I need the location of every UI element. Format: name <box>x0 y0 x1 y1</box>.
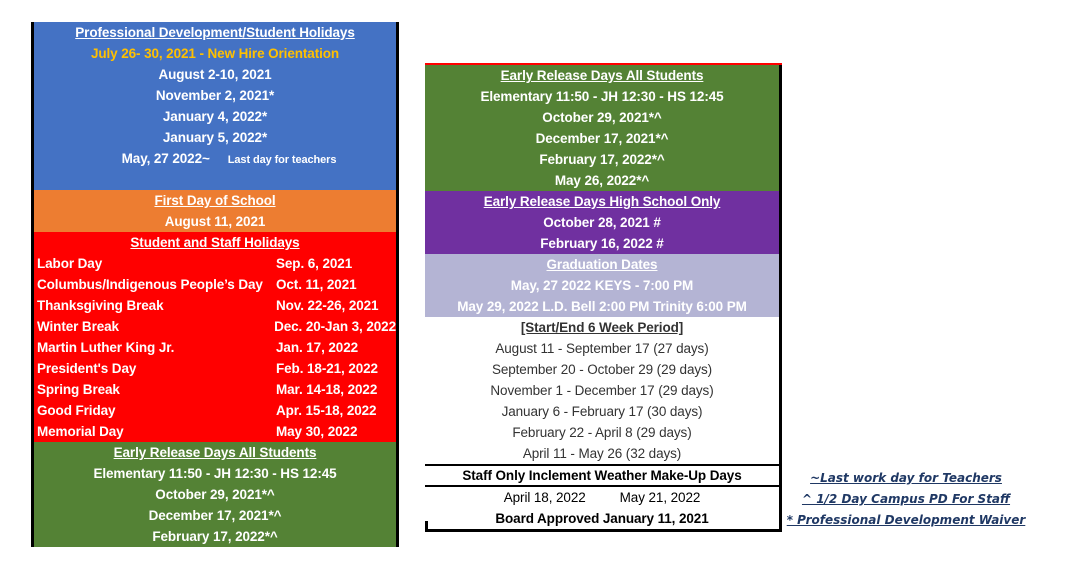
pd-date: January 5, 2022* <box>162 130 268 145</box>
pd-date: January 4, 2022* <box>162 109 268 124</box>
early-release-date: May 26, 2022*^ <box>554 173 650 188</box>
pd-date: August 2-10, 2021 <box>158 67 272 82</box>
holiday-date: Mar. 14-18, 2022 <box>276 382 378 397</box>
new-hire-orientation: July 26- 30, 2021 - New Hire Orientation <box>90 46 340 61</box>
right-calendar-panel: Early Release Days All Students Elementa… <box>425 63 782 532</box>
board-approved-text: Board Approved January 11, 2021 <box>495 511 709 526</box>
first-day-section: First Day of School August 11, 2021 <box>34 190 396 232</box>
early-release-times: Elementary 11:50 - JH 12:30 - HS 12:45 <box>480 89 724 104</box>
holiday-row: Spring Break Mar. 14-18, 2022 <box>34 379 396 400</box>
holidays-section: Student and Staff Holidays Labor Day Sep.… <box>34 232 396 442</box>
holiday-row: Columbus/Indigenous People’s Day Oct. 11,… <box>34 274 396 295</box>
holiday-name: Thanksgiving Break <box>37 298 164 313</box>
early-release-date: October 29, 2021*^ <box>542 110 662 125</box>
holiday-date: Jan. 17, 2022 <box>276 340 359 355</box>
holiday-name: Labor Day <box>37 256 103 271</box>
early-release-header: Early Release Days All Students <box>500 68 704 83</box>
weather-header: Staff Only Inclement Weather Make-Up Day… <box>425 464 779 487</box>
hs-early-release-header: Early Release Days High School Only <box>483 194 721 209</box>
periods-header: [Start/End 6 Week Period] <box>520 320 684 335</box>
holiday-date: Dec. 20-Jan 3, 2022 <box>274 319 396 334</box>
legend-item-caret: ^ 1/2 Day Campus PD For Staff <box>801 492 1011 506</box>
last-day-date: May, 27 2022~ <box>121 151 210 166</box>
left-calendar-panel: Professional Development/Student Holiday… <box>31 22 399 547</box>
first-day-header: First Day of School <box>154 193 276 208</box>
graduation-section: Graduation Dates May, 27 2022 KEYS - 7:0… <box>425 254 779 317</box>
holiday-name: Good Friday <box>37 403 116 418</box>
legend-item-tilde: ~Last work day for Teachers <box>810 471 1002 485</box>
pd-last-day: May, 27 2022~ Last day for teachers <box>34 148 396 169</box>
graduation-header: Graduation Dates <box>546 257 658 272</box>
early-release-date: October 29, 2021*^ <box>155 487 275 502</box>
weather-dates: April 18, 2022 May 21, 2022 <box>425 487 779 508</box>
hs-early-release-date: February 16, 2022 # <box>540 236 664 251</box>
early-release-date: February 17, 2022*^ <box>539 152 665 167</box>
holiday-row: Memorial Day May 30, 2022 <box>34 421 396 442</box>
holiday-row: Winter Break Dec. 20-Jan 3, 2022 <box>34 316 396 337</box>
period-item: February 22 - April 8 (29 days) <box>512 425 692 440</box>
holiday-row: Labor Day Sep. 6, 2021 <box>34 253 396 274</box>
holiday-row: Thanksgiving Break Nov. 22-26, 2021 <box>34 295 396 316</box>
holiday-row: Good Friday Apr. 15-18, 2022 <box>34 400 396 421</box>
weather-date-2: May 21, 2022 <box>619 490 701 505</box>
early-release-header: Early Release Days All Students <box>113 445 317 460</box>
period-item: August 11 - September 17 (27 days) <box>495 341 709 356</box>
board-approved: Board Approved January 11, 2021 <box>425 508 779 532</box>
holiday-name: Winter Break <box>37 319 119 334</box>
holiday-date: Feb. 18-21, 2022 <box>276 361 378 376</box>
holiday-name: Spring Break <box>37 382 120 397</box>
early-release-date: February 17, 2022*^ <box>152 529 278 544</box>
early-release-section: Early Release Days All Students Elementa… <box>34 442 396 547</box>
holiday-name: Memorial Day <box>37 424 124 439</box>
holiday-name: Columbus/Indigenous People’s Day <box>37 277 263 292</box>
first-day-date: August 11, 2021 <box>164 214 266 229</box>
graduation-line: May, 27 2022 KEYS - 7:00 PM <box>510 278 694 293</box>
early-release-times: Elementary 11:50 - JH 12:30 - HS 12:45 <box>93 466 337 481</box>
hs-early-release-section: Early Release Days High School Only Octo… <box>425 191 779 254</box>
professional-development-section: Professional Development/Student Holiday… <box>34 22 396 190</box>
holiday-name: Martin Luther King Jr. <box>37 340 175 355</box>
period-item: April 11 - May 26 (32 days) <box>522 446 682 461</box>
holidays-header: Student and Staff Holidays <box>130 235 300 250</box>
early-release-section: Early Release Days All Students Elementa… <box>425 65 779 191</box>
period-item: November 1 - December 17 (29 days) <box>490 383 714 398</box>
holiday-date: Oct. 11, 2021 <box>276 277 357 292</box>
holiday-row: President's Day Feb. 18-21, 2022 <box>34 358 396 379</box>
border-tick <box>425 521 428 529</box>
holiday-date: Sep. 6, 2021 <box>276 256 353 271</box>
period-item: September 20 - October 29 (29 days) <box>491 362 713 377</box>
hs-early-release-date: October 28, 2021 # <box>543 215 661 230</box>
early-release-date: December 17, 2021*^ <box>535 131 669 146</box>
pd-header: Professional Development/Student Holiday… <box>75 25 355 40</box>
right-panel-body: Early Release Days All Students Elementa… <box>425 65 782 532</box>
holiday-date: Apr. 15-18, 2022 <box>276 403 377 418</box>
periods-section: [Start/End 6 Week Period] August 11 - Se… <box>425 317 779 464</box>
legend-item-asterisk: * Professional Development Waiver <box>786 513 1026 527</box>
holiday-date: May 30, 2022 <box>276 424 358 439</box>
graduation-line: May 29, 2022 L.D. Bell 2:00 PM Trinity 6… <box>457 299 747 314</box>
legend: ~Last work day for Teachers ^ 1/2 Day Ca… <box>786 468 1026 531</box>
last-day-note: Last day for teachers <box>227 154 337 166</box>
early-release-date: December 17, 2021*^ <box>148 508 282 523</box>
holiday-date: Nov. 22-26, 2021 <box>276 298 379 313</box>
weather-date-1: April 18, 2022 <box>503 490 586 505</box>
pd-date: November 2, 2021* <box>155 88 275 103</box>
period-item: January 6 - February 17 (30 days) <box>501 404 703 419</box>
holiday-row: Martin Luther King Jr. Jan. 17, 2022 <box>34 337 396 358</box>
holiday-name: President's Day <box>37 361 137 376</box>
